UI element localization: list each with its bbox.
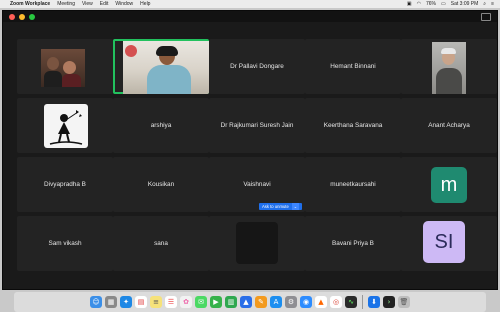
hidden-video-placeholder bbox=[236, 222, 278, 264]
facetime-icon[interactable]: ▶ bbox=[210, 296, 222, 308]
status-area: ▣ ◠ 76% ▭ Sat 3:09 PM ⌕ ≡ bbox=[407, 1, 500, 7]
vlc-icon[interactable]: ▲ bbox=[315, 296, 327, 308]
clock[interactable]: Sat 3:09 PM bbox=[451, 1, 479, 7]
fullscreen-window-button[interactable] bbox=[29, 13, 35, 20]
activity-monitor-icon[interactable]: ∿ bbox=[345, 296, 357, 308]
app-store-icon[interactable]: A bbox=[270, 296, 282, 308]
menu-help[interactable]: Help bbox=[140, 1, 150, 7]
participant-name: Kousikan bbox=[147, 181, 175, 188]
participant-tile[interactable]: Anant Acharya bbox=[401, 98, 497, 153]
menu-zoom-workplace[interactable]: Zoom Workplace bbox=[10, 1, 50, 7]
participant-tile[interactable]: Bavani Priya B bbox=[305, 216, 401, 271]
participant-tile[interactable] bbox=[209, 216, 305, 271]
menu-window[interactable]: Window bbox=[115, 1, 133, 7]
participant-tile[interactable] bbox=[17, 39, 113, 94]
participant-name: arshiya bbox=[150, 122, 172, 129]
participant-tile[interactable]: Dr Pallavi Dongare bbox=[209, 39, 305, 94]
menu-view[interactable]: View bbox=[82, 1, 93, 7]
battery-percent: 76% bbox=[426, 1, 437, 7]
participant-tile[interactable]: Kousikan bbox=[113, 157, 209, 212]
participant-name: muneetkaursahi bbox=[330, 181, 376, 188]
active-speaker-tile[interactable] bbox=[113, 39, 209, 94]
finder-icon[interactable]: ☺ bbox=[90, 296, 102, 308]
dock-separator bbox=[362, 295, 363, 309]
participant-name: sana bbox=[154, 240, 168, 247]
macos-dock: ☺ ▦ ✦ ▤ ≡ ☰ ✿ ✉ ▶ ▥ ▲ ✎ A ⚙ ◉ ▲ ◎ ∿ ⬇ › … bbox=[14, 292, 486, 312]
wifi-icon[interactable]: ◠ bbox=[417, 1, 421, 7]
participant-tile[interactable]: Divyapradha B bbox=[17, 157, 113, 212]
participant-name: Dr Pallavi Dongare bbox=[230, 63, 284, 70]
participant-name: Bavani Priya B bbox=[332, 240, 374, 247]
participant-name: Dr Rajkumari Suresh Jain bbox=[220, 122, 294, 129]
participant-name: Hemant Binnani bbox=[330, 63, 376, 70]
participant-gallery: Dr Pallavi Dongare Hemant Binnani arshiy… bbox=[17, 39, 497, 273]
numbers-icon[interactable]: ▥ bbox=[225, 296, 237, 308]
initial-avatar: SI bbox=[423, 221, 465, 263]
search-icon[interactable]: ⌕ bbox=[483, 1, 486, 7]
messages-icon[interactable]: ✉ bbox=[195, 296, 207, 308]
participant-name: Sam vikash bbox=[48, 240, 82, 247]
participant-tile[interactable]: muneetkaursahi bbox=[305, 157, 401, 212]
participant-tile[interactable]: Hemant Binnani bbox=[305, 39, 401, 94]
launchpad-icon[interactable]: ▦ bbox=[105, 296, 117, 308]
chrome-icon[interactable]: ◎ bbox=[330, 296, 342, 308]
participant-tile[interactable] bbox=[17, 98, 113, 153]
participant-name: Vaishnavi bbox=[243, 181, 271, 188]
participant-tile[interactable]: Dr Rajkumari Suresh Jain bbox=[209, 98, 305, 153]
close-window-button[interactable] bbox=[9, 13, 15, 20]
ask-to-unmute-label: Ask to unmute bbox=[262, 204, 289, 209]
participant-tile[interactable]: sana bbox=[113, 216, 209, 271]
participant-tile[interactable]: arshiya bbox=[113, 98, 209, 153]
menu-meeting[interactable]: Meeting bbox=[57, 1, 75, 7]
trash-icon[interactable]: 🗑 bbox=[398, 296, 410, 308]
speaker-video bbox=[123, 41, 209, 94]
chevron-down-icon[interactable]: ⌄ bbox=[291, 203, 300, 210]
menu-edit[interactable]: Edit bbox=[100, 1, 109, 7]
menu-bar: Zoom Workplace Meeting View Edit Window … bbox=[0, 0, 500, 8]
title-bar bbox=[3, 11, 497, 22]
photos-icon[interactable]: ✿ bbox=[180, 296, 192, 308]
notes-icon[interactable]: ≡ bbox=[150, 296, 162, 308]
ask-to-unmute-button[interactable]: Ask to unmute ⌄ bbox=[259, 203, 303, 210]
participant-video bbox=[41, 49, 85, 87]
participant-name: Divyapradha B bbox=[44, 181, 86, 188]
participant-tile[interactable]: Keerthana Saravana bbox=[305, 98, 401, 153]
profile-picture bbox=[44, 104, 88, 148]
battery-icon[interactable]: ▭ bbox=[441, 1, 446, 7]
zoom-status-icon[interactable]: ▣ bbox=[407, 1, 412, 7]
downloads-folder-icon[interactable]: ⬇ bbox=[368, 296, 380, 308]
keynote-icon[interactable]: ▲ bbox=[240, 296, 252, 308]
participant-video bbox=[432, 42, 466, 94]
girl-silhouette-icon bbox=[49, 110, 83, 145]
reminders-icon[interactable]: ☰ bbox=[165, 296, 177, 308]
pages-icon[interactable]: ✎ bbox=[255, 296, 267, 308]
participant-tile[interactable] bbox=[401, 39, 497, 94]
calendar-icon[interactable]: ▤ bbox=[135, 296, 147, 308]
view-layout-icon[interactable] bbox=[481, 13, 491, 21]
participant-tile[interactable]: SI bbox=[401, 216, 497, 271]
terminal-icon[interactable]: › bbox=[383, 296, 395, 308]
participant-name: Anant Acharya bbox=[428, 122, 470, 129]
initial-avatar: m bbox=[431, 167, 467, 203]
minimize-window-button[interactable] bbox=[19, 13, 25, 20]
control-center-icon[interactable]: ≡ bbox=[491, 1, 494, 7]
participant-tile[interactable]: m bbox=[401, 157, 497, 212]
zoom-meeting-window: Dr Pallavi Dongare Hemant Binnani arshiy… bbox=[2, 10, 498, 290]
participant-tile[interactable]: Sam vikash bbox=[17, 216, 113, 271]
safari-icon[interactable]: ✦ bbox=[120, 296, 132, 308]
participant-name: Keerthana Saravana bbox=[323, 122, 383, 129]
system-prefs-icon[interactable]: ⚙ bbox=[285, 296, 297, 308]
zoom-icon[interactable]: ◉ bbox=[300, 296, 312, 308]
